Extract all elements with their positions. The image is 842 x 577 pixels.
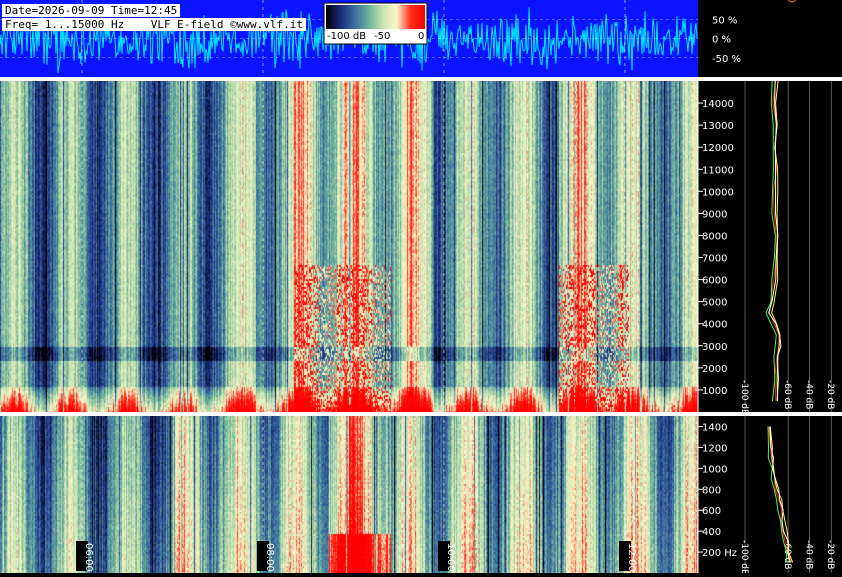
spectrum-tick-label: -100 dB xyxy=(739,540,749,573)
waveform-tick-label: 50 % xyxy=(712,15,737,26)
frequency-tick-label: 800 xyxy=(702,485,721,496)
colorbar-label-mid: -50 xyxy=(374,31,391,42)
frequency-tick-label: 1000 xyxy=(702,464,727,475)
time-tick-label: 08:00 xyxy=(264,543,275,572)
spectrum-tick-label: -20 dB xyxy=(825,380,835,409)
frequency-tick-label: 1200 xyxy=(702,443,727,454)
waveform-tick-label: -50 % xyxy=(712,54,741,65)
spectrum-tick-label: -100 dB xyxy=(739,380,749,415)
frequency-tick-label: 4000 xyxy=(702,320,727,331)
frequency-source-label: Freq= 1...15000 Hz VLF E-field ©www.vlf.… xyxy=(2,18,307,31)
colorbar-label-max: 0 xyxy=(418,31,425,42)
frequency-tick-label: 12000 xyxy=(702,143,734,154)
spectrum-tick-label: -60 dB xyxy=(782,380,792,409)
colorbar-label-min: -100 dB xyxy=(327,31,367,42)
frequency-tick-label: 13000 xyxy=(702,121,734,132)
frequency-tick-label: 6000 xyxy=(702,276,727,287)
frequency-tick-label: 11000 xyxy=(702,165,734,176)
vlf-chart-canvas: 50 %0 %-50 % 100020003000400050006000700… xyxy=(0,0,842,575)
frequency-tick-label: 600 xyxy=(702,506,721,517)
spectrogram-lowband xyxy=(0,416,698,573)
spectrum-wideband-panel: -100 dB -60 dB -40 dB -20 dB xyxy=(739,80,835,415)
panel-separator xyxy=(0,412,842,416)
spectrum-tick-label: -20 dB xyxy=(825,540,835,569)
spectrum-tick-label: -40 dB xyxy=(804,380,814,409)
colorbar-gradient xyxy=(326,5,425,29)
marker-circle xyxy=(787,0,797,3)
vlf-monitor: 50 % 0 % -50 % 1000 2000 3000 4000 5000 6000 700… xyxy=(0,0,842,575)
time-tick-label: 10:00 xyxy=(445,543,456,572)
spectrum-trace xyxy=(765,80,777,402)
frequency-tick-label: 1000 xyxy=(702,386,727,397)
date-time-label: Date=2026-09-09 Time=12:45 xyxy=(2,4,181,17)
time-tick-label: 06:00 xyxy=(83,543,94,572)
frequency-axes: 1000 2000 3000 4000 5000 6000 7000 8000 9000 1000… xyxy=(697,81,737,573)
spectrogram-lowband-image xyxy=(0,416,698,573)
frequency-tick-label: 5000 xyxy=(702,298,727,309)
frequency-tick-label: 1400 xyxy=(702,422,727,433)
frequency-tick-label: 400 xyxy=(702,527,721,538)
frequency-tick-label: 3000 xyxy=(702,342,727,353)
frequency-tick-label: 7000 xyxy=(702,254,727,265)
spectrum-lowband-panel: -100 dB -60 dB -40 dB -20 dB xyxy=(739,416,835,575)
frequency-tick-label: 2000 xyxy=(702,364,727,375)
frequency-tick-label: 14000 xyxy=(702,99,734,110)
frequency-tick-label: 10000 xyxy=(702,187,734,198)
waveform-tick-label: 0 % xyxy=(712,35,731,46)
frequency-tick-label: 9000 xyxy=(702,209,727,220)
spectrum-tick-label: -60 dB xyxy=(782,540,792,569)
spectrum-tick-label: -40 dB xyxy=(804,540,814,569)
time-tick-label: 12:00 xyxy=(626,543,637,572)
panel-separator xyxy=(0,77,842,81)
spectrogram-wideband-image xyxy=(0,81,698,412)
frequency-tick-label: 200 Hz xyxy=(702,548,737,559)
frequency-tick-label: 8000 xyxy=(702,231,727,242)
